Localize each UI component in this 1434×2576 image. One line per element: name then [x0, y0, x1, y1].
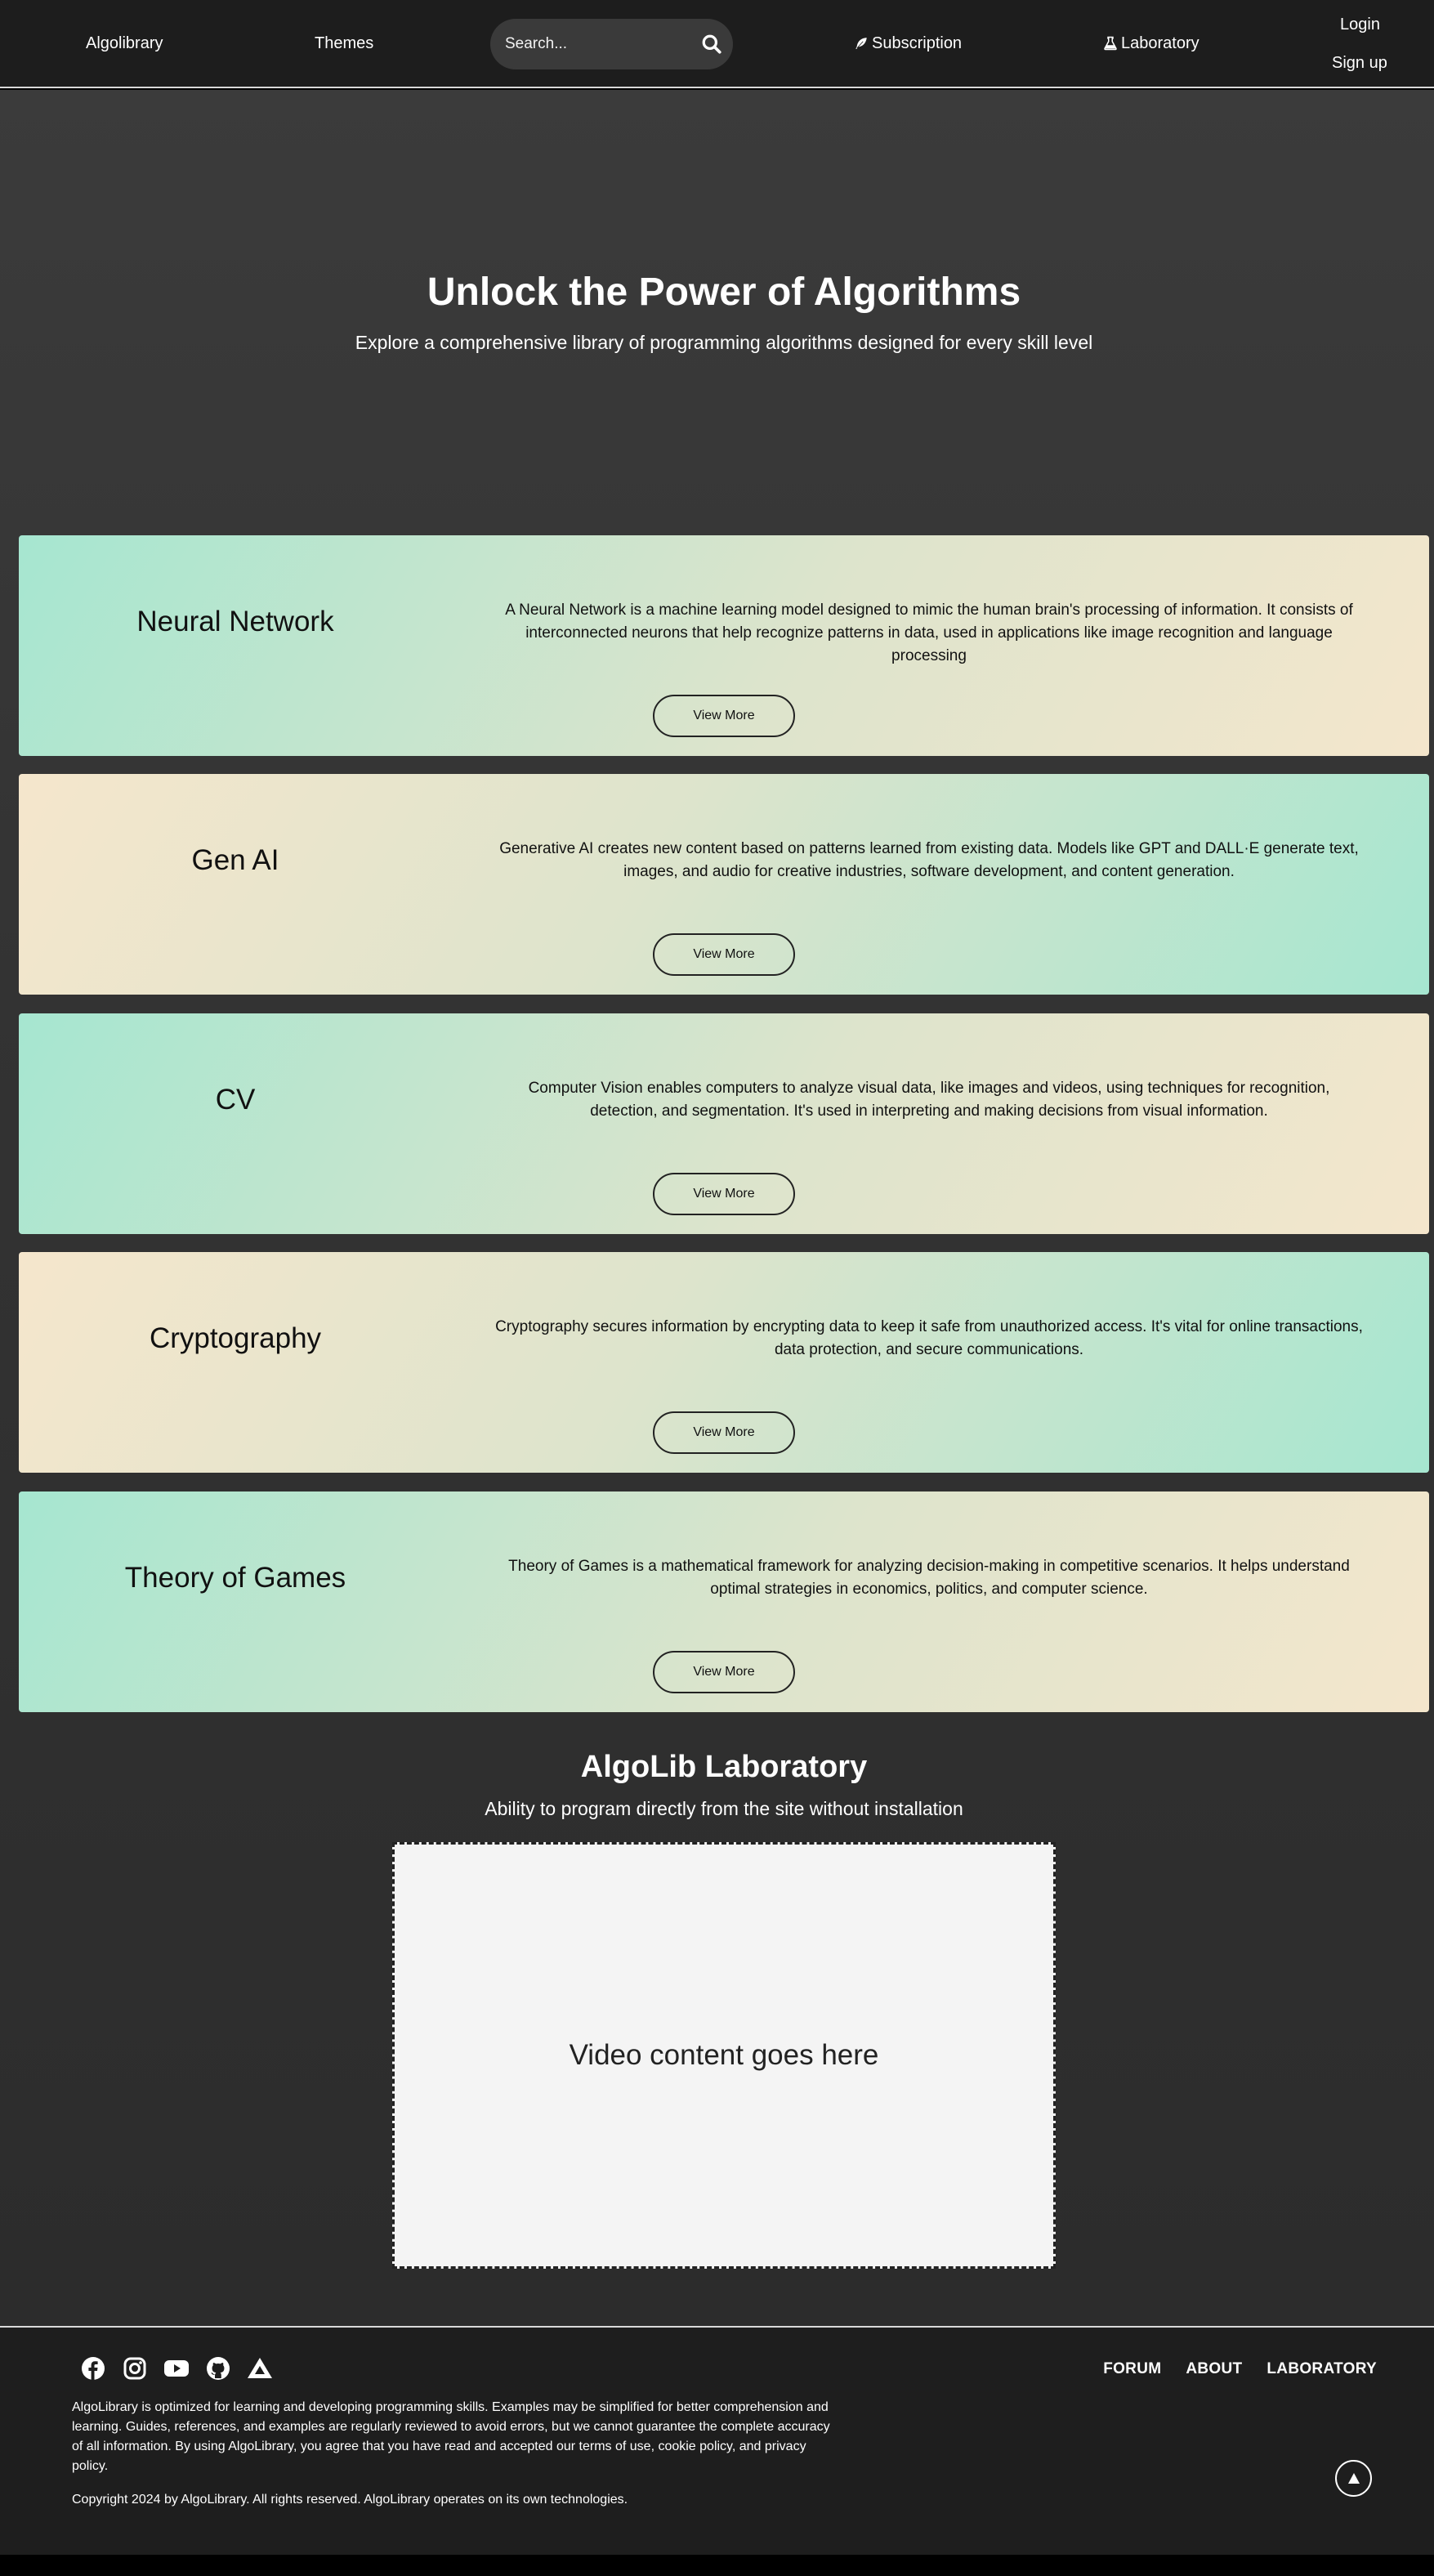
footer-links: FORUM ABOUT LABORATORY: [1103, 2360, 1377, 2378]
nav-themes-link[interactable]: Themes: [315, 33, 373, 54]
view-more-button[interactable]: View More: [653, 1411, 795, 1454]
nav-subscription-link[interactable]: Subscription: [854, 33, 962, 54]
view-more-button[interactable]: View More: [653, 1651, 795, 1693]
topic-card-gen-ai: Gen AI Generative AI creates new content…: [19, 774, 1429, 995]
topic-card-theory-of-games: Theory of Games Theory of Games is a mat…: [19, 1491, 1429, 1712]
site-header: Algolibrary Themes Subscription Laborato…: [0, 0, 1434, 88]
signup-link[interactable]: Sign up: [1332, 52, 1387, 74]
card-description: Theory of Games is a mathematical framew…: [508, 1558, 1350, 1598]
hero-title: Unlock the Power of Algorithms: [427, 271, 1021, 314]
card-title: Gen AI: [191, 844, 279, 876]
video-placeholder-text: Video content goes here: [569, 2039, 879, 2071]
lab-subtitle: Ability to program directly from the sit…: [485, 1798, 963, 1819]
card-description: Computer Vision enables computers to ana…: [528, 1080, 1330, 1120]
login-link[interactable]: Login: [1340, 14, 1380, 35]
flask-icon: [1104, 36, 1117, 51]
lab-title: AlgoLib Laboratory: [580, 1750, 868, 1784]
topic-card-cryptography: Cryptography Cryptography secures inform…: [19, 1252, 1429, 1473]
video-placeholder[interactable]: Video content goes here: [392, 1842, 1056, 2269]
nav-laboratory-link[interactable]: Laboratory: [1103, 33, 1199, 54]
footer-link-about[interactable]: ABOUT: [1186, 2360, 1242, 2378]
card-title: Theory of Games: [124, 1562, 346, 1594]
triangle-logo-icon[interactable]: [247, 2355, 273, 2381]
view-more-button[interactable]: View More: [653, 933, 795, 976]
nav-brand-link[interactable]: Algolibrary: [86, 33, 163, 54]
card-title: Neural Network: [136, 606, 334, 637]
search-box: [490, 19, 733, 69]
topic-card-cv: CV Computer Vision enables computers to …: [19, 1013, 1429, 1234]
bottom-strip: [0, 2555, 1434, 2576]
card-title: Cryptography: [149, 1322, 322, 1354]
youtube-icon[interactable]: [163, 2355, 190, 2381]
card-description: Generative AI creates new content based …: [499, 840, 1359, 880]
hero-subtitle: Explore a comprehensive library of progr…: [355, 332, 1093, 353]
view-more-button[interactable]: View More: [653, 695, 795, 737]
arrow-up-icon: [1347, 2472, 1360, 2484]
footer-link-laboratory[interactable]: LABORATORY: [1266, 2360, 1377, 2378]
nav-subscription-label: Subscription: [872, 34, 963, 52]
github-icon[interactable]: [205, 2355, 231, 2381]
card-description: Cryptography secures information by encr…: [495, 1318, 1363, 1358]
social-links: [80, 2355, 273, 2381]
card-description: A Neural Network is a machine learning m…: [505, 602, 1353, 664]
search-icon[interactable]: [701, 34, 722, 55]
scroll-to-top-button[interactable]: [1335, 2460, 1372, 2497]
footer-disclaimer: AlgoLibrary is optimized for learning an…: [72, 2400, 830, 2473]
search-input[interactable]: [505, 32, 685, 56]
footer-link-forum[interactable]: FORUM: [1103, 2360, 1161, 2378]
site-footer: FORUM ABOUT LABORATORY AlgoLibrary is op…: [0, 2326, 1434, 2555]
card-title: CV: [215, 1084, 256, 1116]
view-more-button[interactable]: View More: [653, 1173, 795, 1215]
nav-laboratory-label: Laboratory: [1121, 34, 1199, 52]
instagram-icon[interactable]: [122, 2355, 148, 2381]
facebook-icon[interactable]: [80, 2355, 106, 2381]
feather-icon: [855, 38, 867, 49]
topic-card-neural-network: Neural Network A Neural Network is a mac…: [19, 535, 1429, 756]
footer-copyright: Copyright 2024 by AlgoLibrary. All right…: [72, 2493, 628, 2507]
